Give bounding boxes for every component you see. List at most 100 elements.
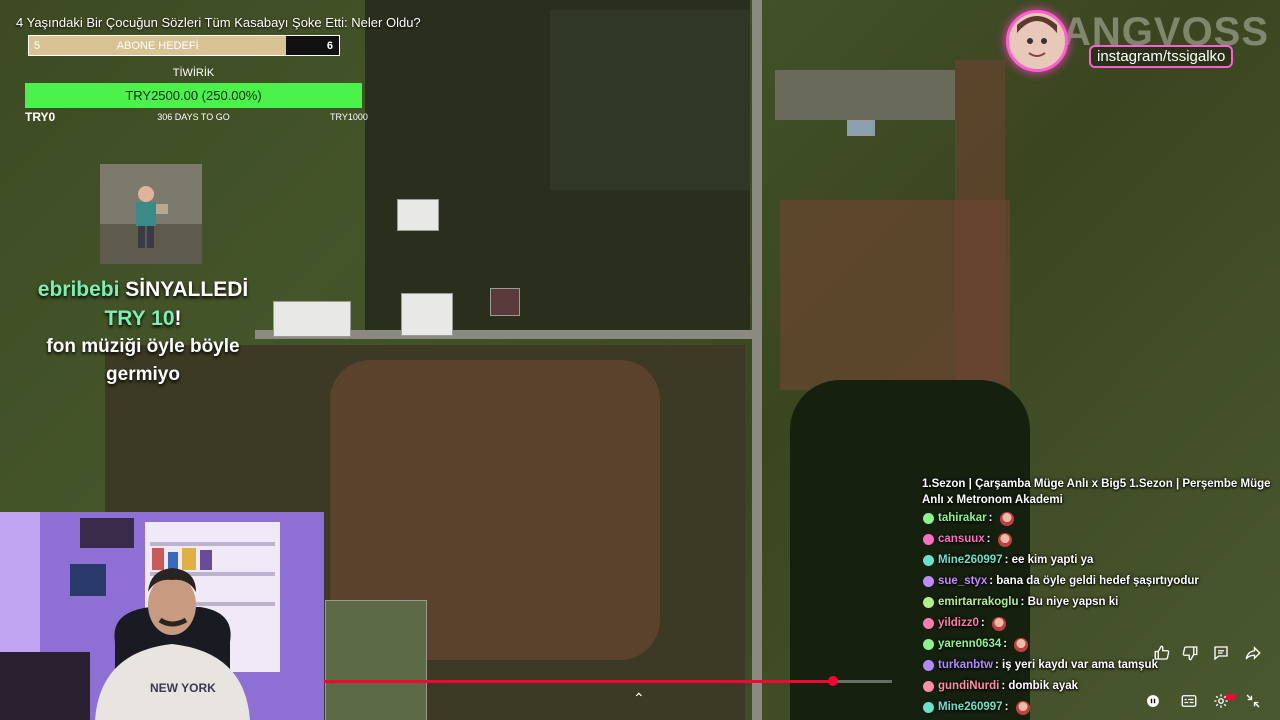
channel-brand: ANGVOSS instagram/tssigalko [1004, 8, 1280, 88]
chat-username[interactable]: yarenn0634 [938, 634, 1001, 655]
minimize-button[interactable] [1242, 690, 1264, 712]
chat-badge-icon [923, 513, 934, 524]
chat-text: bana da öyle geldi hedef şaşırtıyodur [996, 575, 1199, 587]
alert-amount: TRY 10 [104, 307, 175, 330]
alert-user: ebribebi [37, 278, 120, 301]
dark-field [550, 10, 750, 190]
barn [273, 301, 351, 337]
like-button[interactable] [1151, 642, 1173, 664]
chat-badge-icon [923, 660, 934, 671]
chat-username[interactable]: emirtarrakoglu [938, 592, 1019, 613]
chat-emote-icon [997, 532, 1012, 547]
house [847, 120, 875, 136]
chat-message: emirtarrakoglu: Bu niye yapsn ki [920, 592, 1280, 613]
tip-goal-days: 306 DAYS TO GO [157, 112, 230, 122]
chat-message: cansuux: [920, 529, 1280, 550]
chat-username[interactable]: Mine260997 [938, 550, 1003, 571]
alert-image [100, 164, 202, 264]
barn [397, 199, 439, 231]
chat-separator: : [1020, 596, 1028, 608]
tip-goal-title: TİWİRİK [172, 67, 215, 79]
face-icon [1009, 13, 1065, 69]
video-progress-bar[interactable] [324, 676, 892, 686]
chat-text: ee kim yapti ya [1011, 554, 1094, 566]
scrubber-handle[interactable] [827, 676, 838, 686]
chat-separator: : [1004, 701, 1012, 713]
chat-badge-icon [923, 618, 934, 629]
avatar [1006, 10, 1068, 72]
chat-emote-icon [1015, 700, 1030, 715]
chat-emote-icon [1014, 637, 1029, 652]
goal-label: ABONE HEDEFİ [116, 40, 199, 52]
comment-button[interactable] [1210, 642, 1232, 664]
share-button[interactable] [1242, 642, 1264, 664]
chat-badge-icon [923, 681, 934, 692]
chat-username[interactable]: gundiNurdi [938, 676, 999, 697]
chat-badge-icon [923, 639, 934, 650]
barn [401, 293, 453, 336]
chat-separator: : [994, 659, 1002, 671]
chat-separator: : [1003, 638, 1011, 650]
tip-goal-max: TRY1000 [330, 112, 368, 122]
yard [775, 70, 955, 120]
alert-text: ebribebi SİNYALLEDİ TRY 10! fon müziği ö… [20, 275, 266, 389]
child-photo-icon [100, 164, 202, 264]
minimize-icon [1246, 694, 1260, 708]
chat-badge-icon [923, 555, 934, 566]
chat-username[interactable]: turkanbtw [938, 655, 993, 676]
chat-username[interactable]: yildizz0 [938, 613, 979, 634]
dislike-button[interactable] [1179, 642, 1201, 664]
autoplay-toggle[interactable] [1142, 690, 1164, 712]
alert-amount-line: TRY 10! [20, 304, 266, 333]
streamer-webcam-icon: NEW YORK [0, 512, 324, 720]
farm-lot [325, 600, 427, 720]
goal-target: 6 [326, 40, 333, 52]
chat-badge-icon [923, 702, 934, 713]
alert-message: fon müziği öyle böyle germiyo [46, 336, 240, 385]
subtitles-icon [1181, 695, 1197, 707]
chat-separator: : [986, 533, 994, 545]
comment-icon [1214, 646, 1228, 661]
chat-message: yildizz0: [920, 613, 1280, 634]
chat-username[interactable]: sue_styx [938, 571, 987, 592]
chat-emote-icon [991, 616, 1006, 631]
chat-badge-icon [923, 576, 934, 587]
autoplay-icon [1147, 695, 1159, 707]
alert-headline: ebribebi SİNYALLEDİ [20, 275, 266, 304]
chat-overlay: 1.Sezon | Çarşamba Müge Anlı x Big5 1.Se… [920, 462, 1280, 720]
chat-separator: : [980, 617, 988, 629]
webcam-feed: NEW YORK [0, 512, 324, 720]
chat-badge-icon [923, 597, 934, 608]
chat-message: tahirakar: [920, 508, 1280, 529]
subscriber-goal-bar: 5 ABONE HEDEFİ 6 [28, 35, 340, 56]
subtitles-button[interactable] [1178, 690, 1200, 712]
hd-badge [1226, 694, 1235, 700]
chat-username[interactable]: tahirakar [938, 508, 987, 529]
instagram-handle: instagram/tssigalko [1089, 45, 1234, 68]
chat-message-list: tahirakar: cansuux: Mine260997: ee kim y… [920, 508, 1280, 718]
chat-pinned-message: 1.Sezon | Çarşamba Müge Anlı x Big5 1.Se… [922, 478, 1271, 506]
chat-badge-icon [923, 534, 934, 545]
chat-separator: : [988, 512, 996, 524]
dislike-icon [1182, 646, 1198, 661]
chat-separator: : [1004, 554, 1012, 566]
chat-message: sue_styx: bana da öyle geldi hedef şaşır… [920, 571, 1280, 592]
svg-text:NEW YORK: NEW YORK [150, 681, 216, 695]
share-icon [1245, 646, 1261, 660]
alert-amount-suffix: ! [174, 307, 182, 330]
video-progress-fill [324, 680, 833, 683]
chevron-up-icon[interactable]: ⌃ [633, 690, 645, 707]
like-icon [1154, 645, 1170, 660]
chat-text: Bu niye yapsn ki [1027, 596, 1119, 608]
chat-username[interactable]: Mine260997 [938, 697, 1003, 718]
chat-text: iş yeri kaydı var ama tamşuk [1001, 659, 1158, 671]
shed [490, 288, 520, 316]
chat-emote-icon [999, 511, 1014, 526]
road [752, 0, 762, 720]
chat-message: Mine260997: ee kim yapti ya [920, 550, 1280, 571]
chat-username[interactable]: cansuux [938, 529, 985, 550]
video-title: 4 Yaşındaki Bir Çocuğun Sözleri Tüm Kasa… [16, 15, 421, 30]
chat-text: dombik ayak [1008, 680, 1079, 692]
red-strip [955, 60, 1005, 380]
tip-goal-bar: TRY2500.00 (250.00%) [25, 83, 362, 108]
